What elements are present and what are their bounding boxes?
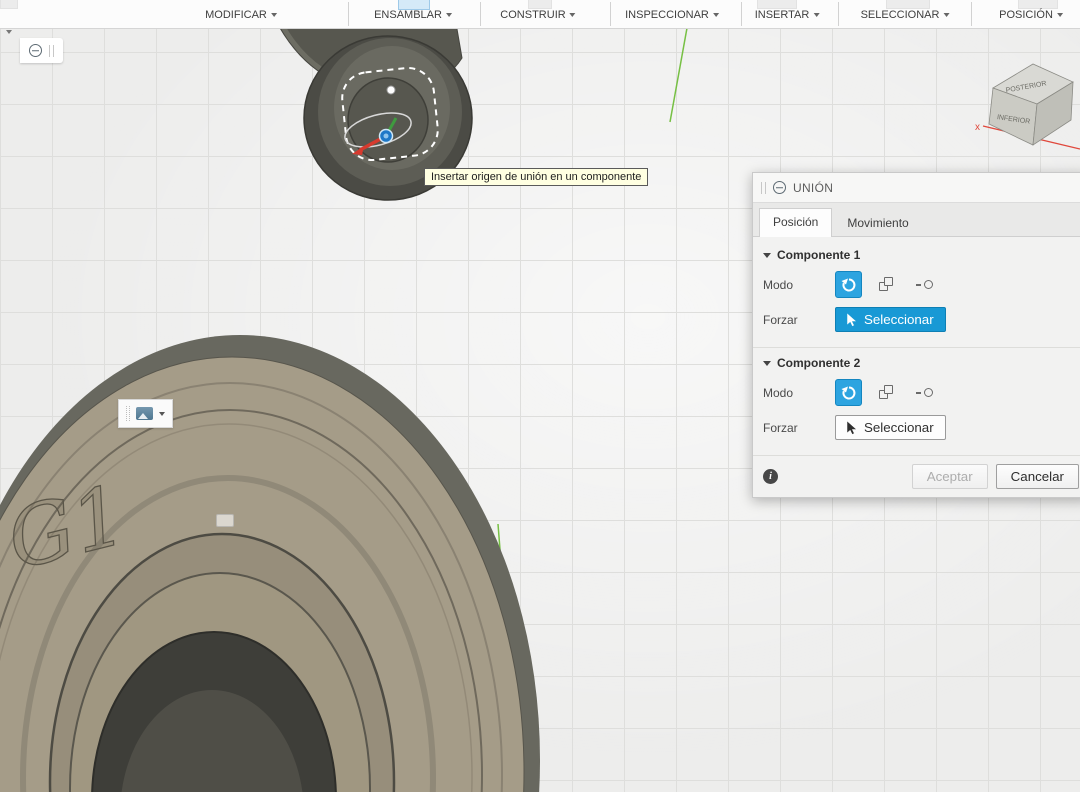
dialog-body: Componente 1 Modo Forzar Seleccionar Com… (753, 237, 1080, 451)
toolbar-overflow-caret-icon[interactable] (6, 30, 12, 34)
mode-row: Modo (753, 375, 1080, 411)
collapse-icon[interactable] (29, 44, 42, 57)
union-dialog: UNIÓN Posición Movimiento Componente 1 M… (752, 172, 1080, 498)
toolbar-separator (971, 2, 972, 26)
dialog-title: UNIÓN (793, 180, 834, 195)
between-two-faces-mode-button[interactable] (873, 379, 900, 406)
toolbar-separator (348, 2, 349, 26)
chevron-down-icon (1056, 13, 1063, 17)
tab-movimiento[interactable]: Movimiento (834, 210, 921, 236)
component-2-section: Componente 2 Modo Forzar Seleccionar (753, 347, 1080, 451)
simple-joint-mode-button[interactable] (835, 379, 862, 406)
toolbar-icon-fragment (886, 0, 930, 9)
select-button-label: Seleccionar (864, 420, 934, 435)
menu-label: SELECCIONAR (860, 9, 940, 21)
toolbar-icon-fragment (0, 0, 18, 9)
chevron-down-icon (763, 360, 771, 366)
menu-label: ENSAMBLAR (374, 9, 442, 21)
viewcube[interactable]: x POSTERIOR INFERIOR (975, 48, 1080, 156)
menu-label: CONSTRUIR (500, 9, 566, 21)
drag-handle-icon[interactable] (49, 44, 54, 57)
cursor-icon (847, 312, 857, 327)
component-2-model[interactable]: G1 (0, 335, 540, 792)
cursor-icon (847, 420, 857, 435)
section-title: Componente 2 (777, 356, 861, 370)
snap-label: Forzar (763, 420, 798, 435)
toolbar-separator (838, 2, 839, 26)
x-axis-label: x (975, 122, 980, 133)
image-icon[interactable] (136, 407, 153, 420)
component2-select-button[interactable]: Seleccionar (835, 415, 946, 440)
canvas-mini-toolbar[interactable] (118, 399, 173, 428)
circular-arrow-icon (841, 278, 855, 291)
menu-insertar[interactable]: INSERTAR (755, 9, 820, 21)
chevron-down-icon (445, 13, 452, 17)
section-header[interactable]: Componente 2 (753, 348, 1080, 375)
menu-seleccionar[interactable]: SELECCIONAR (861, 9, 950, 21)
browser-panel-toggle[interactable] (20, 38, 63, 63)
joint-origin-mode-button[interactable] (911, 271, 938, 298)
chevron-down-icon (813, 13, 820, 17)
menu-construir[interactable]: CONSTRUIR (500, 9, 576, 21)
tab-posicion[interactable]: Posición (759, 208, 833, 237)
chevron-down-icon (712, 13, 719, 17)
dialog-footer: i Aceptar Cancelar (753, 455, 1080, 497)
chevron-down-icon[interactable] (159, 411, 165, 416)
chevron-down-icon (569, 13, 576, 17)
menu-label: MODIFICAR (205, 9, 267, 21)
simple-joint-mode-button[interactable] (835, 271, 862, 298)
accept-button[interactable]: Aceptar (911, 464, 988, 489)
joint-origin-icon (915, 385, 934, 401)
toolbar-separator (741, 2, 742, 26)
chevron-down-icon (763, 252, 771, 258)
menu-label: INSERTAR (754, 9, 810, 21)
joint-origin-icon (915, 277, 934, 293)
menu-ensamblar[interactable]: ENSAMBLAR (374, 9, 452, 21)
section-title: Componente 1 (777, 248, 861, 262)
collapse-icon[interactable] (773, 181, 786, 194)
toolbar-separator (610, 2, 611, 26)
chevron-down-icon (943, 13, 950, 17)
dialog-header[interactable]: UNIÓN (753, 173, 1080, 203)
chevron-down-icon (270, 13, 277, 17)
selection-badge (216, 514, 234, 527)
toolbar-icon-fragment (1018, 0, 1058, 9)
component1-select-button[interactable]: Seleccionar (835, 307, 946, 332)
two-faces-icon (878, 384, 895, 401)
mode-label: Modo (763, 385, 794, 400)
two-faces-icon (878, 276, 895, 293)
info-icon[interactable]: i (763, 469, 778, 484)
between-two-faces-mode-button[interactable] (873, 271, 900, 298)
menu-inspeccionar[interactable]: INSPECCIONAR (625, 9, 719, 21)
dialog-tabs: Posición Movimiento (753, 203, 1080, 237)
menu-posicion[interactable]: POSICIÓN (999, 9, 1063, 21)
tooltip: Insertar origen de unión en un component… (424, 168, 649, 186)
component-1-section: Componente 1 Modo Forzar Seleccionar (753, 240, 1080, 343)
joint-origin-mode-button[interactable] (911, 379, 938, 406)
menu-label: INSPECCIONAR (625, 9, 709, 21)
menu-label: POSICIÓN (999, 9, 1053, 21)
cancel-button[interactable]: Cancelar (995, 464, 1079, 489)
toolbar-icon-fragment (528, 0, 552, 9)
drag-handle-icon[interactable] (761, 181, 766, 194)
toolbar-separator (480, 2, 481, 26)
snap-point (386, 85, 396, 95)
main-toolbar: MODIFICAR ENSAMBLAR CONSTRUIR INSPECCION… (0, 0, 1080, 29)
snap-row: Forzar Seleccionar (753, 411, 1080, 445)
menu-modificar[interactable]: MODIFICAR (205, 9, 277, 21)
mode-label: Modo (763, 277, 794, 292)
circular-arrow-icon (841, 386, 855, 399)
mode-row: Modo (753, 267, 1080, 303)
toolbar-icon-fragment (757, 0, 797, 9)
snap-label: Forzar (763, 312, 798, 327)
drag-handle-icon[interactable] (126, 406, 130, 421)
section-header[interactable]: Componente 1 (753, 240, 1080, 267)
select-button-label: Seleccionar (864, 312, 934, 327)
snap-row: Forzar Seleccionar (753, 303, 1080, 337)
